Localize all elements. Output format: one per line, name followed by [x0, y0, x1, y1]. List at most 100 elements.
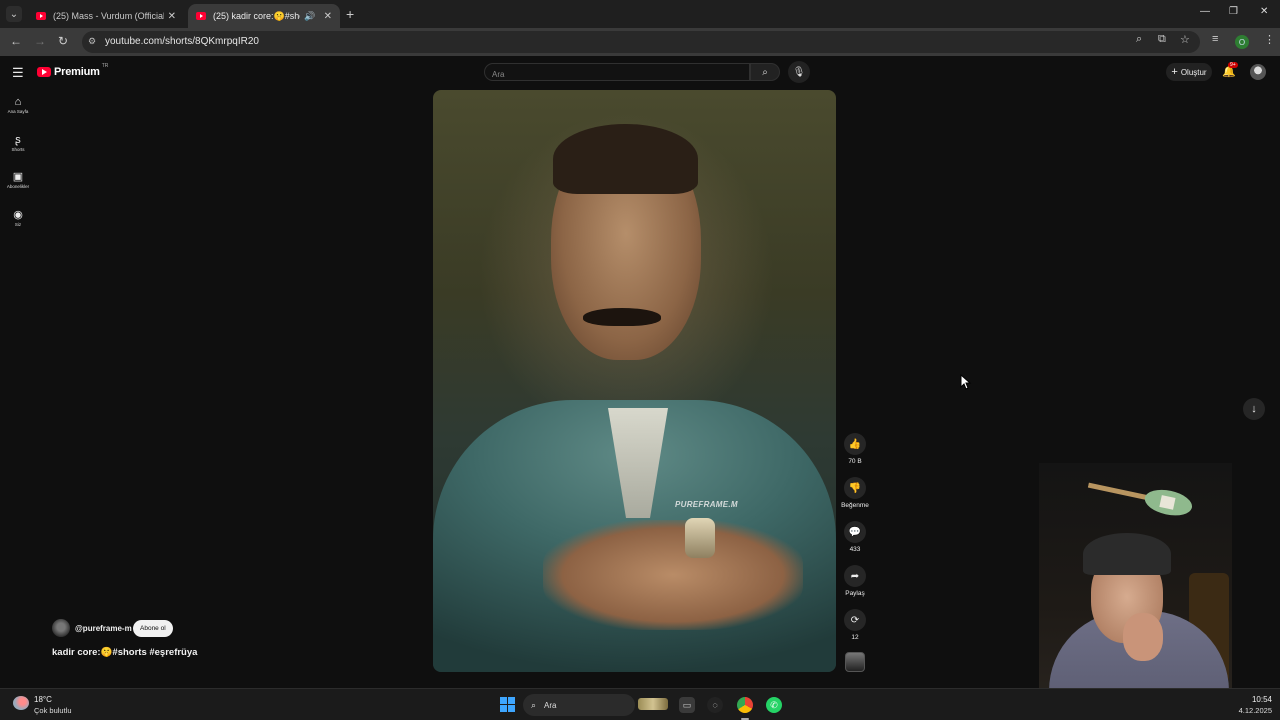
remix-icon[interactable]: ⟳: [844, 609, 866, 631]
windows-taskbar: 18°C Çok bulutlu ⌕ Ara ▭ ◌ ✆ 10:54 4.12.…: [0, 688, 1280, 720]
youtube-favicon-icon: [36, 12, 46, 20]
sidebar-item-label: Siz: [14, 222, 22, 227]
video-watermark: PUREFRAME.M: [675, 500, 738, 509]
create-button[interactable]: + Oluştur: [1166, 63, 1212, 81]
search-icon: ⌕: [531, 699, 537, 710]
restore-icon[interactable]: ❐: [1229, 6, 1238, 17]
youtube-favicon-icon: [196, 12, 206, 20]
webcam-cap: [1083, 533, 1171, 575]
windows-start-icon[interactable]: [500, 697, 515, 712]
microphone-icon: 🎙: [792, 66, 806, 78]
subscriptions-icon: ▣: [12, 171, 24, 183]
comment-count: 433: [849, 546, 861, 553]
thumbs-down-icon[interactable]: 👎: [844, 477, 866, 499]
weather-icon[interactable]: [13, 696, 29, 710]
create-label: Oluştur: [1180, 67, 1207, 77]
back-icon[interactable]: ←: [10, 34, 22, 48]
like-count: 70 B: [848, 458, 862, 465]
like-action[interactable]: 👍 70 B: [840, 433, 870, 465]
widgets-icon[interactable]: [638, 698, 668, 710]
share-action[interactable]: ➦ Paylaş: [840, 565, 870, 597]
whatsapp-icon[interactable]: ✆: [766, 697, 782, 713]
kebab-menu-icon[interactable]: ⋮: [1264, 33, 1275, 46]
url-text[interactable]: youtube.com/shorts/8QKmrpqIR20: [105, 36, 259, 47]
sidebar-item-home[interactable]: ⌂ Ana Sayfa: [4, 96, 32, 114]
close-tab-icon[interactable]: ✕: [324, 11, 332, 22]
remix-action[interactable]: ⟳ 12: [840, 609, 870, 641]
voice-search-button[interactable]: 🎙: [788, 61, 810, 83]
home-icon: ⌂: [14, 96, 22, 108]
new-tab-icon[interactable]: +: [346, 6, 354, 22]
chrome-icon[interactable]: [737, 697, 753, 713]
plus-icon: +: [1171, 66, 1178, 78]
sidebar-item-label: Ana Sayfa: [7, 109, 29, 114]
zoom-icon[interactable]: ⌕: [1136, 33, 1142, 46]
youtube-header: ☰ Premium TR ⌕ 🎙 + Oluştur 🔔 9+: [0, 56, 1280, 88]
speaker-icon[interactable]: 🔊: [304, 11, 315, 22]
channel-avatar[interactable]: [52, 619, 70, 637]
clock-date[interactable]: 4.12.2025: [1228, 706, 1272, 715]
cast-icon[interactable]: ⧉: [1158, 33, 1166, 46]
sidebar-item-you[interactable]: ◉ Siz: [4, 208, 32, 227]
video-scene-hands: [543, 520, 803, 630]
sidebar-item-subscriptions[interactable]: ▣ Abonelikler: [4, 170, 32, 189]
address-bar[interactable]: ⚙ youtube.com/shorts/8QKmrpqIR20: [82, 31, 1200, 53]
tab-label: (25) kadir core:🤫#shorts #: [213, 10, 300, 21]
country-code: TR: [101, 63, 109, 69]
next-video-button[interactable]: ↓: [1243, 398, 1265, 420]
minimize-icon[interactable]: —: [1200, 6, 1210, 17]
dislike-action[interactable]: 👎 Beğenme: [840, 477, 870, 509]
weather-temperature[interactable]: 18°C: [34, 695, 52, 704]
sound-thumbnail[interactable]: [845, 652, 865, 672]
task-view-icon[interactable]: ▭: [679, 697, 695, 713]
youtube-logo-icon: [37, 67, 51, 77]
you-icon: ◉: [13, 209, 23, 221]
media-control-icon[interactable]: ≡: [1212, 33, 1218, 45]
share-label: Paylaş: [845, 590, 865, 597]
webcam-hand: [1123, 613, 1163, 661]
weather-description[interactable]: Çok bulutlu: [34, 706, 72, 715]
sidebar-item-label: Shorts: [11, 147, 25, 152]
arrow-down-icon: ↓: [1251, 403, 1257, 415]
tab-kadir-core[interactable]: (25) kadir core:🤫#shorts # 🔊 ✕: [188, 4, 340, 28]
hamburger-menu-icon[interactable]: ☰: [12, 65, 24, 81]
search-input[interactable]: [485, 66, 749, 83]
close-tab-icon[interactable]: ✕: [168, 11, 176, 22]
comment-icon[interactable]: 💬: [844, 521, 866, 543]
sidebar-item-shorts[interactable]: ʂ Shorts: [4, 134, 32, 152]
clock-time[interactable]: 10:54: [1246, 695, 1272, 704]
steam-icon[interactable]: ◌: [707, 697, 723, 713]
shorts-video-player[interactable]: PUREFRAME.M: [433, 90, 836, 672]
reload-icon[interactable]: ↻: [58, 34, 68, 48]
subscribe-button[interactable]: Abone ol: [133, 620, 173, 637]
thumbs-up-icon[interactable]: 👍: [844, 433, 866, 455]
share-icon[interactable]: ➦: [844, 565, 866, 587]
tab-search-icon[interactable]: ⌄: [6, 6, 22, 22]
account-avatar[interactable]: [1250, 64, 1266, 80]
video-scene-hair: [553, 124, 698, 194]
taskbar-search[interactable]: ⌕ Ara: [523, 694, 635, 716]
youtube-premium-logo[interactable]: Premium TR: [37, 63, 109, 78]
shorts-icon: ʂ: [15, 134, 21, 146]
dislike-label: Beğenme: [841, 502, 869, 509]
short-title[interactable]: kadir core:🤫#shorts #eşrefrüya: [52, 647, 197, 658]
taskbar-search-label: Ara: [544, 700, 557, 710]
browser-tab-strip: ⌄ (25) Mass - Vurdum (Official Vi ✕ (25)…: [0, 0, 1280, 28]
channel-name[interactable]: @pureframe-m: [75, 624, 132, 633]
profile-avatar[interactable]: O: [1235, 35, 1249, 49]
tab-mass-vurdum[interactable]: (25) Mass - Vurdum (Official Vi ✕: [28, 4, 184, 28]
forward-icon[interactable]: →: [34, 34, 46, 48]
tab-label: (25) Mass - Vurdum (Official Vi: [53, 11, 164, 21]
search-button[interactable]: ⌕: [750, 63, 780, 81]
sidebar-item-label: Abonelikler: [6, 184, 30, 189]
search-field[interactable]: [484, 63, 750, 83]
browser-toolbar: ← → ↻ ⚙ youtube.com/shorts/8QKmrpqIR20 ⌕…: [0, 28, 1280, 56]
guitar-icon: [1087, 482, 1193, 516]
screen: ⌄ (25) Mass - Vurdum (Official Vi ✕ (25)…: [0, 0, 1280, 720]
comments-action[interactable]: 💬 433: [840, 521, 870, 553]
brand-label: Premium: [54, 66, 100, 78]
close-window-icon[interactable]: ✕: [1260, 6, 1268, 17]
bookmark-star-icon[interactable]: ☆: [1180, 33, 1190, 46]
site-info-icon[interactable]: ⚙: [88, 36, 98, 46]
notification-badge: 9+: [1228, 62, 1238, 68]
